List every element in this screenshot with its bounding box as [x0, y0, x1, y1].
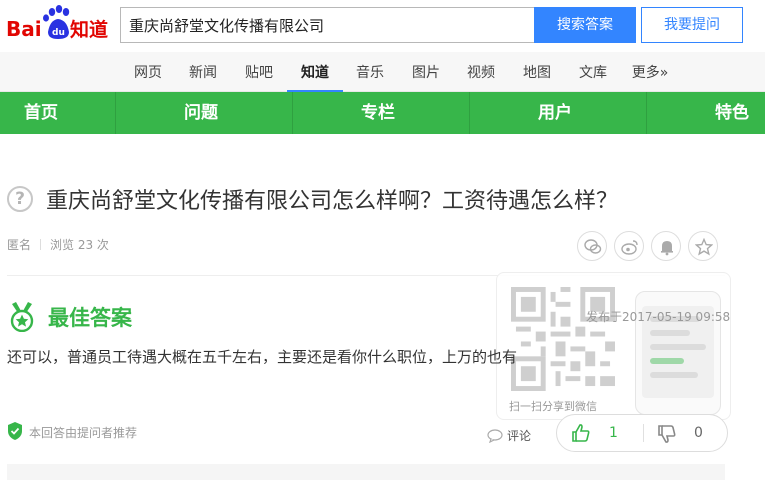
menu-divider: [646, 92, 647, 134]
weibo-share-button[interactable]: [614, 231, 644, 261]
vote-box: 1 0: [556, 414, 728, 452]
question-meta: 匿名 浏览 23 次: [7, 236, 109, 253]
menu-divider: [469, 92, 470, 134]
menu-columns[interactable]: 专栏: [361, 92, 395, 134]
channel-tieba[interactable]: 贴吧: [244, 52, 274, 92]
header: du Bai 知道 搜索答案 我要提问: [0, 0, 765, 52]
best-answer-label: 最佳答案: [48, 306, 132, 330]
channel-web[interactable]: 网页: [133, 52, 163, 92]
question-icon: ?: [7, 186, 33, 212]
qr-share-panel: 扫一扫分享到微信: [496, 272, 731, 420]
follow-button[interactable]: [651, 231, 681, 261]
svg-text:Bai: Bai: [6, 17, 42, 41]
thumbs-up-icon: [572, 424, 590, 442]
wechat-share-button[interactable]: [577, 231, 607, 261]
weibo-icon: [621, 240, 638, 255]
main-menu: 首页 问题 专栏 用户 特色: [0, 92, 765, 134]
svg-text:du: du: [52, 28, 65, 38]
bell-icon: [661, 241, 673, 256]
answer-text: 还可以，普通员工待遇大概在五千左右，主要还是看你什么职位，上万的也有: [7, 348, 518, 366]
comment-label: 评论: [507, 429, 532, 443]
medal-icon: [10, 302, 34, 332]
channel-map[interactable]: 地图: [522, 52, 552, 92]
menu-users[interactable]: 用户: [538, 92, 572, 134]
channel-zhidao[interactable]: 知道: [287, 52, 343, 92]
recommendation-text: 本回答由提问者推荐: [29, 426, 138, 440]
qr-code-icon: [511, 287, 615, 391]
channel-images[interactable]: 图片: [411, 52, 441, 92]
favorite-button[interactable]: [688, 231, 718, 261]
menu-divider: [115, 92, 116, 134]
thumbs-down-icon: [658, 425, 676, 443]
search-input[interactable]: [120, 7, 534, 43]
downvote-count: 0: [694, 425, 703, 441]
view-count: 浏览 23 次: [50, 238, 109, 252]
baidu-zhidao-logo[interactable]: du Bai 知道: [6, 4, 114, 44]
search-answers-button[interactable]: 搜索答案: [534, 7, 636, 43]
channel-video[interactable]: 视频: [466, 52, 496, 92]
channel-nav: 网页 新闻 贴吧 知道 音乐 图片 视频 地图 文库 更多»: [0, 52, 765, 92]
ask-question-button[interactable]: 我要提问: [641, 7, 743, 43]
meta-divider: [40, 239, 42, 250]
answer-timestamp: 发布于2017-05-19 09:58: [586, 310, 731, 324]
qr-caption: 扫一扫分享到微信: [509, 400, 597, 413]
downvote-button[interactable]: 0: [644, 415, 728, 451]
shield-check-icon: [8, 422, 22, 440]
menu-features[interactable]: 特色: [715, 92, 749, 134]
question-title: 重庆尚舒堂文化传播有限公司怎么样啊？工资待遇怎么样？: [46, 189, 619, 214]
channel-wenku[interactable]: 文库: [578, 52, 608, 92]
comment-button[interactable]: 评论: [487, 427, 531, 444]
channel-music[interactable]: 音乐: [355, 52, 385, 92]
menu-divider: [292, 92, 293, 134]
asker-name: 匿名: [7, 238, 32, 252]
wechat-icon: [584, 239, 602, 254]
upvote-button[interactable]: 1: [557, 415, 643, 451]
menu-home[interactable]: 首页: [24, 92, 58, 134]
svg-text:知道: 知道: [70, 18, 108, 41]
comment-icon: [487, 429, 503, 444]
upvote-count: 1: [609, 425, 618, 441]
channel-more[interactable]: 更多»: [630, 52, 670, 92]
star-icon: [695, 238, 713, 256]
next-section: [7, 464, 725, 480]
channel-news[interactable]: 新闻: [188, 52, 218, 92]
menu-questions[interactable]: 问题: [184, 92, 218, 134]
